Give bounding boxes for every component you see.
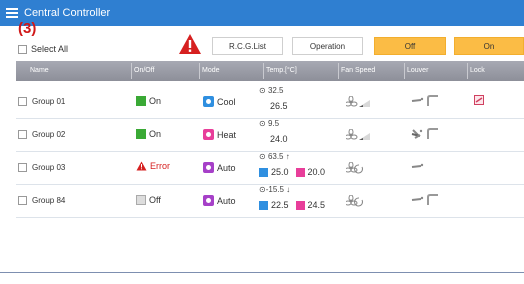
- thermometer-icon: ⊙: [259, 86, 268, 95]
- room-temp: 32.5: [267, 86, 284, 95]
- table-row[interactable]: Group 84 Off Auto ⊙ -15.5 ↓ 22.5 24.5: [16, 185, 524, 218]
- warning-icon[interactable]: [178, 33, 202, 55]
- room-temp: 9.5: [267, 119, 280, 128]
- room-temp: -15.5: [265, 185, 284, 194]
- status-text: Off: [149, 195, 161, 205]
- louver-icon: [411, 95, 438, 106]
- header-temp: Temp.[°C]: [266, 67, 297, 74]
- off-button[interactable]: Off: [374, 37, 446, 55]
- heat-setpoint: 24.5: [307, 200, 326, 210]
- cool-setpoint-icon: [259, 200, 268, 210]
- row-checkbox[interactable]: [18, 163, 27, 172]
- lock-control[interactable]: [474, 95, 484, 105]
- row-checkbox[interactable]: [18, 97, 27, 106]
- step-annotation: (3): [18, 20, 37, 37]
- menu-icon[interactable]: [6, 8, 18, 18]
- auto-mode-icon: [203, 162, 214, 173]
- up-arrow-icon: ↑: [283, 152, 290, 161]
- header-mode: Mode: [202, 67, 220, 74]
- table-row[interactable]: Group 02 On Heat ⊙ 9.5 24.0: [16, 119, 524, 152]
- group-name: Group 01: [32, 97, 66, 106]
- down-arrow-icon: ↓: [283, 185, 291, 194]
- louver-icon: [411, 163, 424, 168]
- mode-text: Cool: [217, 96, 236, 107]
- select-all-control[interactable]: Select All: [18, 44, 68, 54]
- heat-setpoint-icon: [295, 200, 305, 210]
- title-bar: Central Controller: [0, 0, 524, 26]
- status-text: Error: [150, 161, 170, 171]
- on-status-icon: [136, 96, 146, 106]
- set-temp: 26.5: [270, 101, 288, 111]
- fan-speed-control[interactable]: [346, 129, 372, 141]
- thermometer-icon: ⊙: [259, 119, 268, 128]
- status-text: On: [149, 129, 162, 139]
- rcg-list-label: R.C.G.List: [229, 41, 266, 51]
- louver-control[interactable]: [411, 95, 439, 107]
- set-temp: 24.0: [270, 134, 288, 144]
- header-louver: Louver: [407, 67, 429, 74]
- operation-button[interactable]: Operation: [292, 37, 363, 55]
- header-lock: Lock: [470, 67, 485, 74]
- row-checkbox[interactable]: [18, 196, 27, 205]
- cool-setpoint-icon: [259, 167, 268, 177]
- louver-control[interactable]: [411, 161, 425, 173]
- table-row[interactable]: Group 03 Error Auto ⊙ 63.5 ↑ 25.0 20.0: [16, 152, 524, 185]
- fan-speed-icon: [346, 129, 370, 140]
- bottom-divider: [0, 272, 524, 273]
- select-all-checkbox[interactable]: [18, 44, 27, 54]
- fan-speed-icon: [346, 96, 370, 107]
- mode-text: Auto: [217, 195, 236, 206]
- rcg-list-button[interactable]: R.C.G.List: [212, 37, 283, 55]
- room-temp: 63.5: [267, 152, 284, 161]
- header-onoff: On/Off: [134, 67, 155, 74]
- off-status-icon: [136, 195, 146, 205]
- off-label: Off: [404, 41, 416, 51]
- heat-mode-icon: [203, 129, 214, 140]
- error-icon: [136, 161, 147, 171]
- fan-speed-control[interactable]: [346, 96, 372, 108]
- auto-mode-icon: [203, 195, 214, 206]
- thermometer-icon: ⊙: [259, 185, 266, 194]
- fan-speed-control[interactable]: [346, 162, 364, 174]
- operation-label: Operation: [309, 41, 346, 51]
- on-status-icon: [136, 129, 146, 139]
- louver-control[interactable]: [411, 127, 439, 141]
- app-title: Central Controller: [24, 7, 111, 19]
- group-name: Group 03: [32, 163, 66, 172]
- header-fan-speed: Fan Speed: [341, 67, 376, 74]
- lock-icon: [474, 95, 484, 105]
- table-header: Name On/Off Mode Temp.[°C] Fan Speed Lou…: [16, 61, 524, 81]
- louver-swing-icon: [411, 128, 438, 139]
- table-row[interactable]: Group 01 On Cool ⊙ 32.5 26.5: [16, 86, 524, 119]
- row-checkbox[interactable]: [18, 130, 27, 139]
- on-button[interactable]: On: [454, 37, 524, 55]
- cool-mode-icon: [203, 96, 214, 107]
- louver-icon: [411, 194, 438, 205]
- select-all-label: Select All: [31, 44, 69, 54]
- thermometer-icon: ⊙: [259, 152, 268, 161]
- cool-setpoint: 25.0: [271, 167, 289, 177]
- heat-setpoint: 20.0: [307, 167, 326, 177]
- mode-text: Heat: [217, 129, 237, 140]
- fan-speed-control[interactable]: [346, 195, 364, 207]
- header-name: Name: [30, 67, 49, 74]
- mode-text: Auto: [217, 162, 236, 173]
- heat-setpoint-icon: [295, 167, 305, 177]
- group-name: Group 02: [32, 130, 66, 139]
- fan-auto-icon: [346, 195, 363, 207]
- on-label: On: [483, 41, 495, 51]
- status-text: On: [149, 96, 162, 106]
- cool-setpoint: 22.5: [271, 200, 289, 210]
- group-name: Group 84: [32, 196, 66, 205]
- fan-auto-icon: [346, 162, 363, 174]
- louver-control[interactable]: [411, 194, 439, 206]
